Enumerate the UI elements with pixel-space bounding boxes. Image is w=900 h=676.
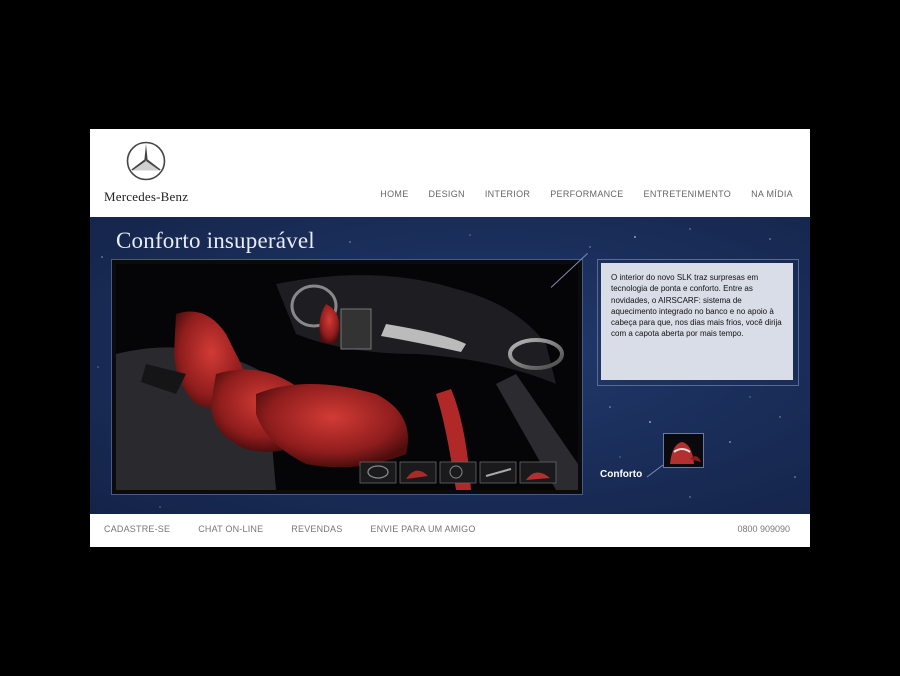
mercedes-star-logo[interactable] xyxy=(126,141,166,181)
hero-title: Conforto insuperável xyxy=(116,228,315,253)
hero-section: Conforto insuperável O interior do novo … xyxy=(90,217,810,514)
car-interior-photo xyxy=(116,264,578,490)
header: Mercedes-Benz HOME DESIGN INTERIOR PERFO… xyxy=(90,129,810,217)
footer-link-chat[interactable]: CHAT ON-LINE xyxy=(198,524,263,534)
nav-design[interactable]: DESIGN xyxy=(429,189,465,199)
car-interior-image xyxy=(116,264,578,490)
footer-link-revendas[interactable]: REVENDAS xyxy=(291,524,342,534)
nav-performance[interactable]: PERFORMANCE xyxy=(550,189,623,199)
footer: CADASTRE-SE CHAT ON-LINE REVENDAS ENVIE … xyxy=(90,514,810,547)
main-nav: HOME DESIGN INTERIOR PERFORMANCE ENTRETE… xyxy=(380,189,793,199)
footer-links: CADASTRE-SE CHAT ON-LINE REVENDAS ENVIE … xyxy=(104,524,476,534)
photo-thumbnail-strip[interactable] xyxy=(359,461,557,484)
thumb-connector xyxy=(646,464,664,478)
nav-home[interactable]: HOME xyxy=(380,189,408,199)
brand-name: Mercedes-Benz xyxy=(104,189,189,204)
info-text: O interior do novo SLK traz surpresas em… xyxy=(601,263,793,380)
info-box-frame: O interior do novo SLK traz surpresas em… xyxy=(597,259,799,386)
nav-na-midia[interactable]: NA MÍDIA xyxy=(751,189,793,199)
footer-link-envie[interactable]: ENVIE PARA UM AMIGO xyxy=(370,524,475,534)
phone-number: 0800 909090 xyxy=(737,524,790,534)
conforto-label[interactable]: Conforto xyxy=(600,469,642,480)
nav-interior[interactable]: INTERIOR xyxy=(485,189,530,199)
nav-entretenimento[interactable]: ENTRETENIMENTO xyxy=(644,189,732,199)
footer-link-cadastre[interactable]: CADASTRE-SE xyxy=(104,524,170,534)
interior-photo-frame xyxy=(111,259,583,495)
site-container: Mercedes-Benz HOME DESIGN INTERIOR PERFO… xyxy=(90,129,810,547)
